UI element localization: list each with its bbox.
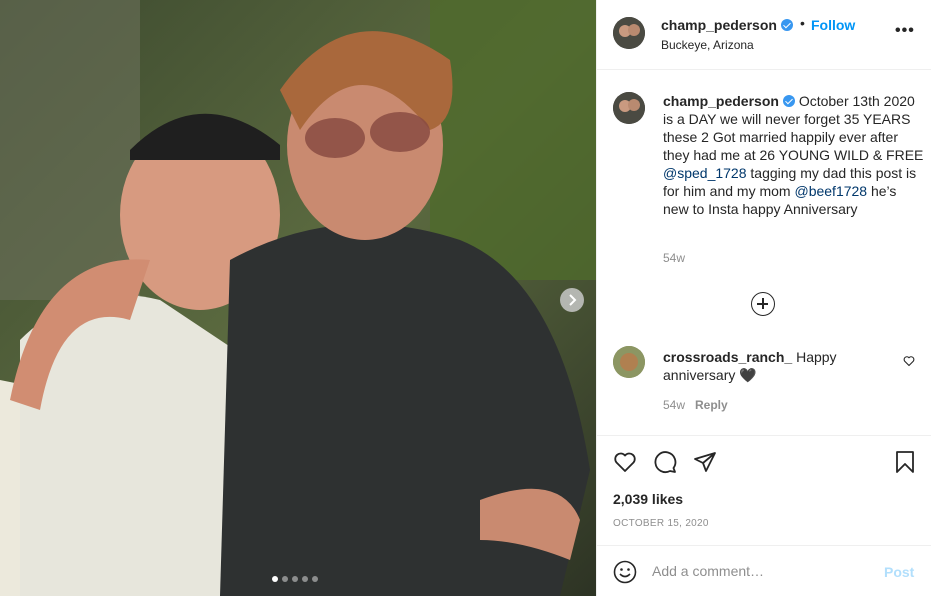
- post-side-panel: champ_pederson • Follow Buckeye, Arizona…: [596, 0, 931, 596]
- caption-username[interactable]: champ_pederson: [663, 93, 795, 109]
- caption-timestamp[interactable]: 54w: [663, 251, 685, 265]
- avatar-image: [613, 92, 645, 124]
- avatar-image: [613, 17, 645, 49]
- next-photo-button[interactable]: [560, 288, 584, 312]
- heart-icon[interactable]: [903, 355, 915, 367]
- avatar[interactable]: [613, 92, 645, 124]
- post-comment-button[interactable]: Post: [884, 564, 914, 580]
- mention-link[interactable]: @sped_1728: [663, 165, 747, 181]
- comment-username[interactable]: crossroads_ranch_: [663, 349, 792, 365]
- post-header: champ_pederson • Follow Buckeye, Arizona…: [597, 0, 931, 70]
- comment-input[interactable]: [652, 558, 872, 584]
- heart-icon[interactable]: [613, 450, 637, 474]
- post-location[interactable]: Buckeye, Arizona: [661, 38, 754, 52]
- verified-badge-icon: [782, 95, 795, 107]
- emoji-icon[interactable]: [613, 560, 637, 584]
- share-icon[interactable]: [693, 450, 717, 474]
- bookmark-icon[interactable]: [893, 450, 917, 474]
- reply-button[interactable]: Reply: [695, 398, 728, 412]
- follow-button[interactable]: Follow: [811, 17, 855, 33]
- avatar[interactable]: [613, 17, 645, 49]
- likes-count[interactable]: 2,039 likes: [613, 491, 683, 507]
- comment-timestamp[interactable]: 54w: [663, 398, 685, 412]
- carousel-dot: [312, 576, 318, 582]
- carousel-dot: [282, 576, 288, 582]
- separator-dot: •: [800, 15, 805, 31]
- post-date[interactable]: OCTOBER 15, 2020: [613, 518, 709, 529]
- carousel-dot: [292, 576, 298, 582]
- post-actions: 2,039 likes OCTOBER 15, 2020: [597, 435, 931, 545]
- add-comment-bar: Post: [597, 545, 931, 596]
- avatar-image: [613, 346, 645, 378]
- post-photo[interactable]: [0, 0, 596, 596]
- avatar[interactable]: [613, 346, 645, 378]
- comment-text: crossroads_ranch_ Happy anniversary 🖤: [663, 348, 893, 384]
- comment-meta: 54w Reply: [663, 398, 728, 412]
- photo-image: [0, 0, 596, 596]
- add-icon[interactable]: [751, 292, 775, 316]
- carousel-dots: [272, 576, 318, 582]
- post-author-username[interactable]: champ_pederson: [661, 17, 793, 33]
- more-options-icon[interactable]: •••: [895, 23, 915, 39]
- carousel-dot: [302, 576, 308, 582]
- comment-icon[interactable]: [653, 450, 677, 474]
- chevron-right-icon: [569, 294, 577, 306]
- verified-badge-icon: [780, 19, 793, 31]
- carousel-dot: [272, 576, 278, 582]
- caption-text: champ_pederson October 13th 2020 is a DA…: [663, 92, 925, 218]
- mention-link[interactable]: @beef1728: [794, 183, 867, 199]
